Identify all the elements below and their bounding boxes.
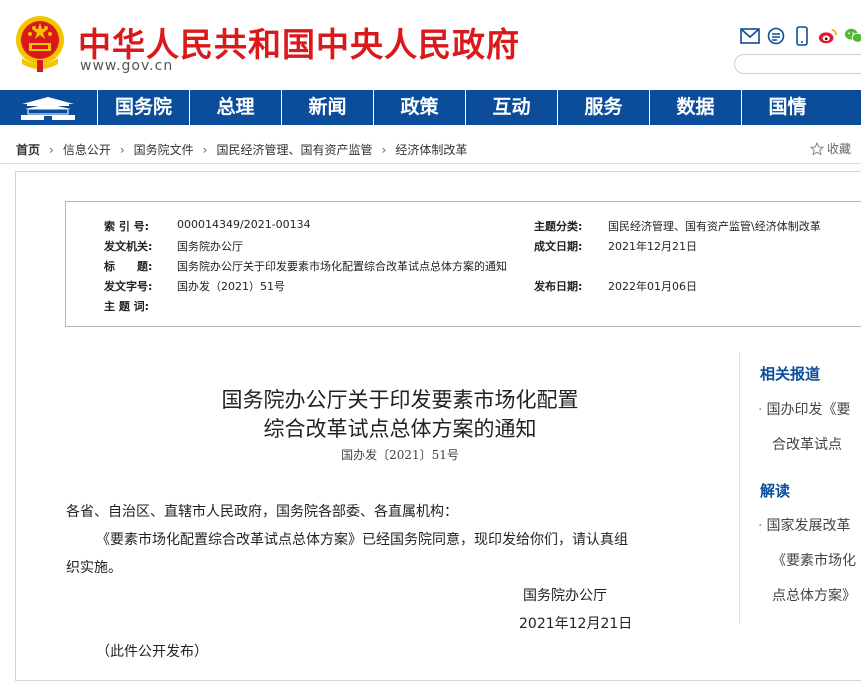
sidebar-related-line-1: 国办印发《要 [766,402,851,418]
meta-doc-no-value: 国办发（2021）51号 [177,280,285,293]
favorite-label: 收藏 [827,142,852,156]
sidebar-interpret-line-1: 国家发展改革 [766,518,851,534]
bullet-icon: · [758,518,763,534]
nav-item-policy[interactable]: 政策 [373,90,465,125]
meta-pub-date-value: 2022年01月06日 [608,280,697,293]
meta-pub-date-label: 发布日期: [534,280,583,293]
breadcrumb-economy-management[interactable]: 国民经济管理、国有资产监管 [216,141,372,158]
tiananmen-icon [21,96,75,120]
sidebar-related-heading: 相关报道 [760,365,821,383]
meta-issuer-value: 国务院办公厅 [177,240,243,253]
star-icon [810,141,824,156]
breadcrumb-divider [0,163,861,164]
meta-subject-label: 主 题 词: [104,300,150,313]
meta-title-value: 国务院办公厅关于印发要素市场化配置综合改革试点总体方案的通知 [177,260,507,273]
nav-item-services[interactable]: 服务 [557,90,649,125]
bullet-icon: · [758,402,763,418]
nav-home-button[interactable] [0,90,96,125]
article-sign-date: 2021年12月21日 [519,616,633,632]
breadcrumb: 首页 › 信息公开 › 国务院文件 › 国民经济管理、国有资产监管 › 经济体制… [16,141,467,158]
breadcrumb-separator-icon: › [49,142,54,157]
article-title-line-1: 国务院办公厅关于印发要素市场化配置 [221,388,579,412]
message-icon[interactable] [766,26,786,46]
article-salutation: 各省、自治区、直辖市人民政府，国务院各部委、各直属机构： [66,504,458,520]
nav-item-data[interactable]: 数据 [649,90,741,125]
article-signer: 国务院办公厅 [523,588,607,604]
meta-issuer-label: 发文机关: [104,240,153,253]
meta-doc-no-label: 发文字号: [104,280,153,293]
weibo-icon[interactable] [818,26,838,46]
nav-item-news[interactable]: 新闻 [281,90,373,125]
nav-item-premier[interactable]: 总理 [189,90,281,125]
breadcrumb-separator-icon: › [119,142,125,157]
meta-category-label: 主题分类: [534,220,583,233]
main-nav: 国务院 总理 新闻 政策 互动 服务 数据 国情 [0,90,861,125]
breadcrumb-info-disclosure[interactable]: 信息公开 [63,141,111,158]
breadcrumb-home[interactable]: 首页 [16,141,40,158]
breadcrumb-state-council-docs[interactable]: 国务院文件 [134,141,194,158]
mail-icon[interactable] [740,26,760,46]
wechat-icon[interactable] [844,26,861,46]
article-doc-number: 国办发〔2021〕51号 [341,448,459,462]
sidebar-interpret-item[interactable]: · 国家发展改革 [758,515,850,535]
meta-title-label: 标 题: [104,260,153,273]
mobile-icon[interactable] [792,26,812,46]
breadcrumb-economic-reform[interactable]: 经济体制改革 [395,141,467,158]
sidebar-interpret-item-cont-1[interactable]: 《要素市场化 [772,550,856,570]
site-url[interactable]: www.gov.cn [80,58,173,74]
sidebar-interpret-item-cont-2[interactable]: 点总体方案》 [772,585,856,605]
meta-index-label: 索 引 号: [104,220,150,233]
sidebar-related-item[interactable]: · 国办印发《要 [758,399,850,419]
nav-item-state-council[interactable]: 国务院 [97,90,189,125]
article-paragraph-line-2: 织实施。 [66,560,122,576]
favorite-button[interactable]: 收藏 [810,140,851,157]
nav-item-interaction[interactable]: 互动 [465,90,557,125]
sidebar-interpret-heading: 解读 [760,482,791,500]
site-header: 中华人民共和国中央人民政府 www.gov.cn [0,0,861,90]
top-icon-bar [740,26,861,46]
search-input[interactable] [734,54,861,74]
article-title-line-2: 综合改革试点总体方案的通知 [263,417,537,441]
article-paragraph-line-1: 《要素市场化配置综合改革试点总体方案》已经国务院同意，现印发给你们，请认真组 [96,532,628,548]
national-emblem-icon[interactable] [14,14,66,74]
meta-date-written-label: 成文日期: [534,240,583,253]
article-publication-note: （此件公开发布） [96,644,208,660]
meta-date-written-value: 2021年12月21日 [608,240,697,253]
breadcrumb-separator-icon: › [202,142,208,157]
document-metadata-table: 索 引 号: 000014349/2021-00134 主题分类: 国民经济管理… [65,201,861,327]
sidebar-related-item-cont[interactable]: 合改革试点 [772,434,842,454]
meta-category-value: 国民经济管理、国有资产监管\经济体制改革 [608,220,821,233]
breadcrumb-separator-icon: › [381,142,387,157]
sidebar-divider [739,353,740,623]
nav-item-national-info[interactable]: 国情 [741,90,833,125]
meta-index-value: 000014349/2021-00134 [177,218,311,231]
